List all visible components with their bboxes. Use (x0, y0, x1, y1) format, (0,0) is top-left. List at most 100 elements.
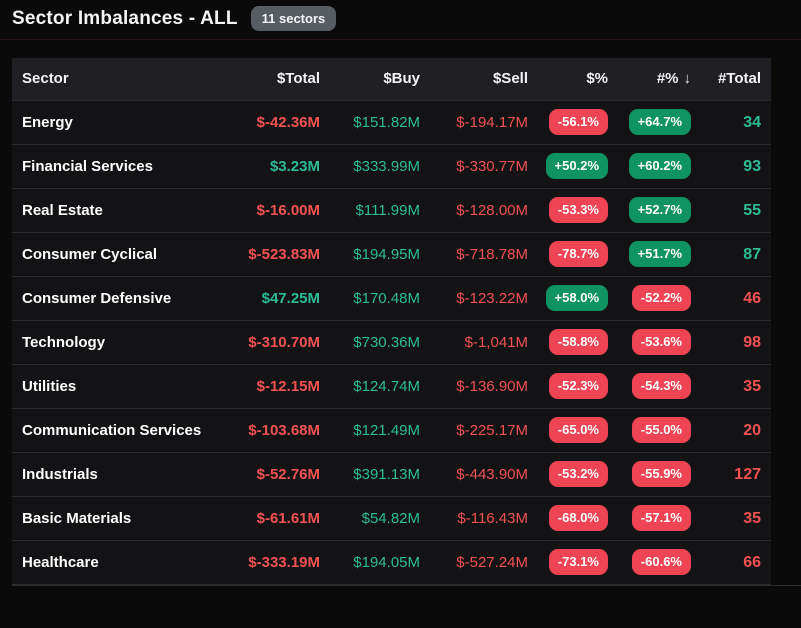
buy-value: $391.13M (320, 453, 420, 497)
sell-value: $-128.00M (420, 189, 528, 233)
num-pct-badge: -57.1% (632, 505, 691, 531)
sector-name: Consumer Defensive (12, 277, 208, 321)
dollar-pct-badge: -58.8% (549, 329, 608, 355)
table-row[interactable]: Utilities $-12.15M $124.74M $-136.90M -5… (12, 365, 771, 409)
sector-name: Financial Services (12, 145, 208, 189)
table-row[interactable]: Real Estate $-16.00M $111.99M $-128.00M … (12, 189, 771, 233)
sell-value: $-116.43M (420, 497, 528, 541)
table-body: Energy $-42.36M $151.82M $-194.17M -56.1… (12, 101, 771, 585)
sell-value: $-194.17M (420, 101, 528, 145)
num-pct-badge: +64.7% (629, 109, 691, 135)
dollar-pct-badge: -65.0% (549, 417, 608, 443)
num-pct-badge: -60.6% (632, 549, 691, 575)
num-pct-badge: -55.9% (632, 461, 691, 487)
num-pct-badge: -52.2% (632, 285, 691, 311)
dollar-pct-badge: +50.2% (546, 153, 608, 179)
buy-value: $111.99M (320, 189, 420, 233)
table-row[interactable]: Basic Materials $-61.61M $54.82M $-116.4… (12, 497, 771, 541)
num-pct-badge: -53.6% (632, 329, 691, 355)
sector-name: Real Estate (12, 189, 208, 233)
sell-value: $-123.22M (420, 277, 528, 321)
sector-imbalances-table: Sector $Total $Buy $Sell $% #% ↓ #Total E… (12, 58, 771, 585)
buy-value: $54.82M (320, 497, 420, 541)
sort-desc-icon: ↓ (684, 70, 692, 87)
sector-name: Basic Materials (12, 497, 208, 541)
count-value: 35 (691, 497, 771, 541)
table-row[interactable]: Industrials $-52.76M $391.13M $-443.90M … (12, 453, 771, 497)
buy-value: $170.48M (320, 277, 420, 321)
sell-value: $-330.77M (420, 145, 528, 189)
count-value: 66 (691, 541, 771, 585)
table-header-row: Sector $Total $Buy $Sell $% #% ↓ #Total (12, 58, 771, 101)
dollar-pct-badge: -56.1% (549, 109, 608, 135)
sector-name: Utilities (12, 365, 208, 409)
buy-value: $194.05M (320, 541, 420, 585)
table-row[interactable]: Technology $-310.70M $730.36M $-1,041M -… (12, 321, 771, 365)
table-bottom-divider (12, 585, 801, 586)
total-value: $-12.15M (208, 365, 320, 409)
count-value: 20 (691, 409, 771, 453)
total-value: $3.23M (208, 145, 320, 189)
sell-value: $-527.24M (420, 541, 528, 585)
dollar-pct-badge: -53.2% (549, 461, 608, 487)
buy-value: $730.36M (320, 321, 420, 365)
column-header-sell[interactable]: $Sell (420, 58, 528, 101)
table-row[interactable]: Healthcare $-333.19M $194.05M $-527.24M … (12, 541, 771, 585)
column-header-num-pct[interactable]: #% ↓ (608, 58, 691, 101)
total-value: $-52.76M (208, 453, 320, 497)
table-row[interactable]: Energy $-42.36M $151.82M $-194.17M -56.1… (12, 101, 771, 145)
num-pct-badge: +60.2% (629, 153, 691, 179)
table-row[interactable]: Consumer Cyclical $-523.83M $194.95M $-7… (12, 233, 771, 277)
sector-name: Consumer Cyclical (12, 233, 208, 277)
buy-value: $333.99M (320, 145, 420, 189)
dollar-pct-badge: -52.3% (549, 373, 608, 399)
total-value: $-103.68M (208, 409, 320, 453)
buy-value: $194.95M (320, 233, 420, 277)
count-value: 127 (691, 453, 771, 497)
count-value: 93 (691, 145, 771, 189)
buy-value: $151.82M (320, 101, 420, 145)
total-value: $-16.00M (208, 189, 320, 233)
dollar-pct-badge: -78.7% (549, 241, 608, 267)
column-header-sector[interactable]: Sector (12, 58, 208, 101)
table-row[interactable]: Consumer Defensive $47.25M $170.48M $-12… (12, 277, 771, 321)
count-value: 46 (691, 277, 771, 321)
table-row[interactable]: Communication Services $-103.68M $121.49… (12, 409, 771, 453)
sell-value: $-136.90M (420, 365, 528, 409)
table-row[interactable]: Financial Services $3.23M $333.99M $-330… (12, 145, 771, 189)
count-value: 35 (691, 365, 771, 409)
total-value: $47.25M (208, 277, 320, 321)
num-pct-badge: -54.3% (632, 373, 691, 399)
total-value: $-523.83M (208, 233, 320, 277)
buy-value: $121.49M (320, 409, 420, 453)
column-header-total[interactable]: $Total (208, 58, 320, 101)
count-value: 34 (691, 101, 771, 145)
sell-value: $-225.17M (420, 409, 528, 453)
dollar-pct-badge: -68.0% (549, 505, 608, 531)
column-header-dollar-pct[interactable]: $% (528, 58, 608, 101)
dollar-pct-badge: -53.3% (549, 197, 608, 223)
sector-name: Technology (12, 321, 208, 365)
sector-name: Healthcare (12, 541, 208, 585)
num-pct-badge: +52.7% (629, 197, 691, 223)
num-pct-badge: -55.0% (632, 417, 691, 443)
column-header-num-total[interactable]: #Total (691, 58, 771, 101)
dollar-pct-badge: +58.0% (546, 285, 608, 311)
total-value: $-310.70M (208, 321, 320, 365)
count-value: 98 (691, 321, 771, 365)
sell-value: $-1,041M (420, 321, 528, 365)
num-pct-header-label: #% (657, 70, 679, 87)
dollar-pct-badge: -73.1% (549, 549, 608, 575)
num-pct-badge: +51.7% (629, 241, 691, 267)
sector-count-badge: 11 sectors (251, 6, 337, 31)
buy-value: $124.74M (320, 365, 420, 409)
total-value: $-333.19M (208, 541, 320, 585)
sector-name: Communication Services (12, 409, 208, 453)
sector-name: Energy (12, 101, 208, 145)
titlebar: Sector Imbalances - ALL 11 sectors (0, 0, 801, 40)
count-value: 55 (691, 189, 771, 233)
total-value: $-42.36M (208, 101, 320, 145)
total-value: $-61.61M (208, 497, 320, 541)
column-header-buy[interactable]: $Buy (320, 58, 420, 101)
sector-name: Industrials (12, 453, 208, 497)
